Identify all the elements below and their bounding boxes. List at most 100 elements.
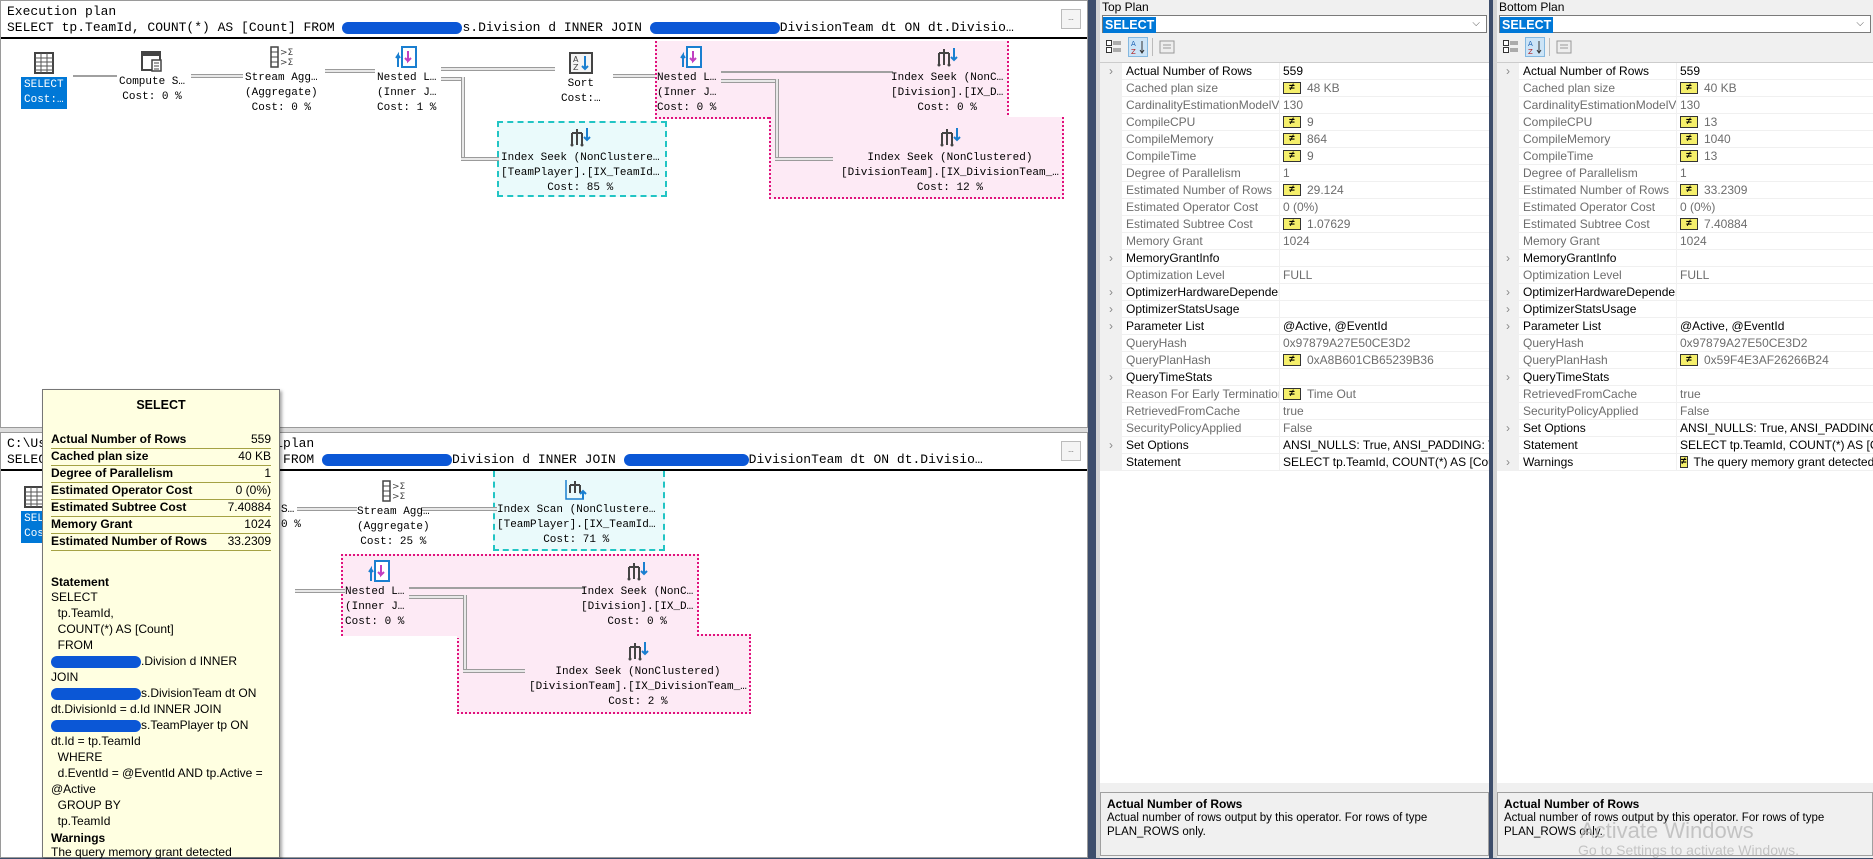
property-row[interactable]: SecurityPolicyAppliedFalse [1497, 403, 1873, 420]
property-row[interactable]: QueryHash0x97879A27E50CE3D2 [1100, 335, 1489, 352]
property-row[interactable]: Memory Grant1024 [1497, 233, 1873, 250]
expand-chevron-icon[interactable]: › [1497, 369, 1519, 385]
property-row[interactable]: CompileCPU≠13 [1497, 114, 1873, 131]
plan-node-compute-scalar[interactable]: S… 0 % [281, 503, 301, 533]
expand-chevron-icon[interactable]: › [1100, 318, 1122, 334]
expand-chevron-icon[interactable]: › [1100, 284, 1122, 300]
property-pages-button[interactable] [1554, 37, 1574, 57]
property-grid[interactable]: ›Actual Number of Rows559Cached plan siz… [1100, 62, 1489, 783]
property-row[interactable]: RetrievedFromCachetrue [1497, 386, 1873, 403]
property-row[interactable]: StatementSELECT tp.TeamId, COUNT(*) AS [… [1100, 454, 1489, 471]
property-row[interactable]: ›OptimizerStatsUsage [1100, 301, 1489, 318]
categorized-button[interactable] [1501, 37, 1521, 57]
property-row[interactable]: ›OptimizerHardwareDependentPro [1497, 284, 1873, 301]
property-row[interactable]: ›Set OptionsANSI_NULLS: True, ANSI_PADDI… [1100, 437, 1489, 454]
expand-chevron-icon[interactable]: › [1100, 301, 1122, 317]
top-plan-pane[interactable]: Execution plan SELECT tp.TeamId, COUNT(*… [0, 0, 1088, 428]
expand-chevron-icon[interactable]: › [1100, 369, 1122, 385]
expand-chevron-icon[interactable]: › [1497, 318, 1519, 334]
expand-chevron-icon[interactable]: › [1497, 250, 1519, 266]
property-row[interactable]: Cached plan size≠48 KB [1100, 80, 1489, 97]
property-row[interactable]: CompileTime≠13 [1497, 148, 1873, 165]
property-row[interactable]: Estimated Number of Rows≠29.124 [1100, 182, 1489, 199]
show-more-button[interactable]: … [1061, 441, 1081, 461]
property-row[interactable]: ›QueryTimeStats [1497, 369, 1873, 386]
property-row[interactable]: Estimated Operator Cost0 (0%) [1100, 199, 1489, 216]
property-row[interactable]: QueryPlanHash≠0xA8B601CB65239B36 [1100, 352, 1489, 369]
property-row[interactable]: CompileTime≠9 [1100, 148, 1489, 165]
plan-node-nested-loops[interactable]: Nested L… (Inner J… Cost: 0 % [657, 45, 716, 116]
expand-chevron-icon[interactable]: › [1497, 301, 1519, 317]
property-grid[interactable]: ›Actual Number of Rows559Cached plan siz… [1497, 62, 1873, 783]
plan-node-index-seek-divisionteam[interactable]: Index Seek (NonClustered) [DivisionTeam]… [841, 125, 1059, 196]
show-more-button[interactable]: … [1061, 9, 1081, 29]
property-row[interactable]: ›Parameter List@Active, @EventId [1497, 318, 1873, 335]
property-row[interactable]: Estimated Subtree Cost≠1.07629 [1100, 216, 1489, 233]
property-row[interactable]: ›MemoryGrantInfo [1497, 250, 1873, 267]
property-row[interactable]: Optimization LevelFULL [1100, 267, 1489, 284]
property-row[interactable]: QueryPlanHash≠0x59F4E3AF26266B24 [1497, 352, 1873, 369]
property-row[interactable]: ›Actual Number of Rows559 [1497, 63, 1873, 80]
property-row[interactable]: Estimated Subtree Cost≠7.40884 [1497, 216, 1873, 233]
svg-text:>Σ: >Σ [392, 482, 406, 492]
plan-node-index-seek-divisionteam[interactable]: Index Seek (NonClustered) [DivisionTeam]… [529, 639, 747, 710]
property-row[interactable]: Reason For Early Termination Of S≠Time O… [1100, 386, 1489, 403]
plan-node-index-seek-teamplayer[interactable]: Index Seek (NonClustere… [TeamPlayer].[I… [501, 125, 659, 196]
property-value: SELECT tp.TeamId, COUNT(*) AS [Cou [1680, 437, 1873, 453]
property-row[interactable]: ›MemoryGrantInfo [1100, 250, 1489, 267]
property-row[interactable]: CompileMemory≠864 [1100, 131, 1489, 148]
property-row[interactable]: RetrievedFromCachetrue [1100, 403, 1489, 420]
plan-node-index-scan-teamplayer[interactable]: Index Scan (NonClustere… [TeamPlayer].[I… [497, 477, 655, 548]
plan-node-stream-aggregate[interactable]: >Σ>Σ Stream Agg… (Aggregate) Cost: 0 % [245, 45, 318, 116]
property-row[interactable]: Optimization LevelFULL [1497, 267, 1873, 284]
expand-chevron-icon[interactable]: › [1497, 454, 1519, 470]
expand-chevron-icon[interactable]: › [1100, 63, 1122, 79]
property-row[interactable]: Degree of Parallelism1 [1497, 165, 1873, 182]
property-row[interactable]: QueryHash0x97879A27E50CE3D2 [1497, 335, 1873, 352]
property-row[interactable]: ›Parameter List@Active, @EventId [1100, 318, 1489, 335]
plan-node-nested-loops[interactable]: Nested L… (Inner J… Cost: 1 % [377, 45, 436, 116]
property-row[interactable]: CardinalityEstimationModelVersio130 [1497, 97, 1873, 114]
plan-node-select[interactable]: SELECTCost:… [21, 51, 67, 109]
plan-node-compute-scalar[interactable]: Compute S… Cost: 0 % [119, 49, 185, 105]
property-value-cell: FULL [1677, 267, 1873, 283]
property-row[interactable]: ›Set OptionsANSI_NULLS: True, ANSI_PADDI… [1497, 420, 1873, 437]
property-row[interactable]: CompileMemory≠1040 [1497, 131, 1873, 148]
operator-select-dropdown[interactable]: SELECT ⌵ [1102, 15, 1487, 33]
categorized-button[interactable] [1104, 37, 1124, 57]
plan-node-stream-aggregate[interactable]: >Σ>Σ Stream Agg… (Aggregate) Cost: 25 % [357, 479, 430, 550]
property-name: CompileMemory [1519, 131, 1677, 147]
plan-node-index-seek-division[interactable]: Index Seek (NonC… [Division].[IX_D… Cost… [581, 559, 693, 630]
property-row[interactable]: Cached plan size≠40 KB [1497, 80, 1873, 97]
property-row[interactable]: ›OptimizerHardwareDependentPro [1100, 284, 1489, 301]
expand-chevron-icon[interactable]: › [1497, 284, 1519, 300]
alphabetical-button[interactable]: AZ [1525, 37, 1545, 57]
expand-chevron-icon[interactable]: › [1100, 437, 1122, 453]
tooltip-property-row: Cached plan size40 KB [51, 449, 271, 466]
property-row[interactable]: Estimated Number of Rows≠33.2309 [1497, 182, 1873, 199]
property-row[interactable]: StatementSELECT tp.TeamId, COUNT(*) AS [… [1497, 437, 1873, 454]
alphabetical-button[interactable]: AZ [1128, 37, 1148, 57]
property-row[interactable]: CompileCPU≠9 [1100, 114, 1489, 131]
property-row[interactable]: Degree of Parallelism1 [1100, 165, 1489, 182]
expand-chevron-icon[interactable]: › [1497, 420, 1519, 436]
property-value: 1 [1283, 165, 1290, 181]
property-value: 1 [1680, 165, 1687, 181]
property-row[interactable]: SecurityPolicyAppliedFalse [1100, 420, 1489, 437]
property-name: OptimizerStatsUsage [1122, 301, 1280, 317]
property-pages-button[interactable] [1157, 37, 1177, 57]
property-row[interactable]: ›Actual Number of Rows559 [1100, 63, 1489, 80]
operator-select-dropdown[interactable]: SELECT ⌵ [1499, 15, 1871, 33]
property-row[interactable]: ›OptimizerStatsUsage [1497, 301, 1873, 318]
property-row[interactable]: ›QueryTimeStats [1100, 369, 1489, 386]
row-gutter [1100, 386, 1122, 402]
expand-chevron-icon[interactable]: › [1100, 250, 1122, 266]
expand-chevron-icon[interactable]: › [1497, 63, 1519, 79]
property-row[interactable]: Memory Grant1024 [1100, 233, 1489, 250]
plan-node-index-seek-division[interactable]: Index Seek (NonC… [Division].[IX_D… Cost… [891, 45, 1003, 116]
plan-node-nested-loops[interactable]: Nested L… (Inner J… Cost: 0 % [345, 559, 404, 630]
property-row[interactable]: CardinalityEstimationModelVersion130 [1100, 97, 1489, 114]
property-row[interactable]: Estimated Operator Cost0 (0%) [1497, 199, 1873, 216]
plan-node-sort[interactable]: AZ Sort Cost:… [561, 51, 601, 107]
property-row[interactable]: ›Warnings≠The query memory grant detecte… [1497, 454, 1873, 471]
